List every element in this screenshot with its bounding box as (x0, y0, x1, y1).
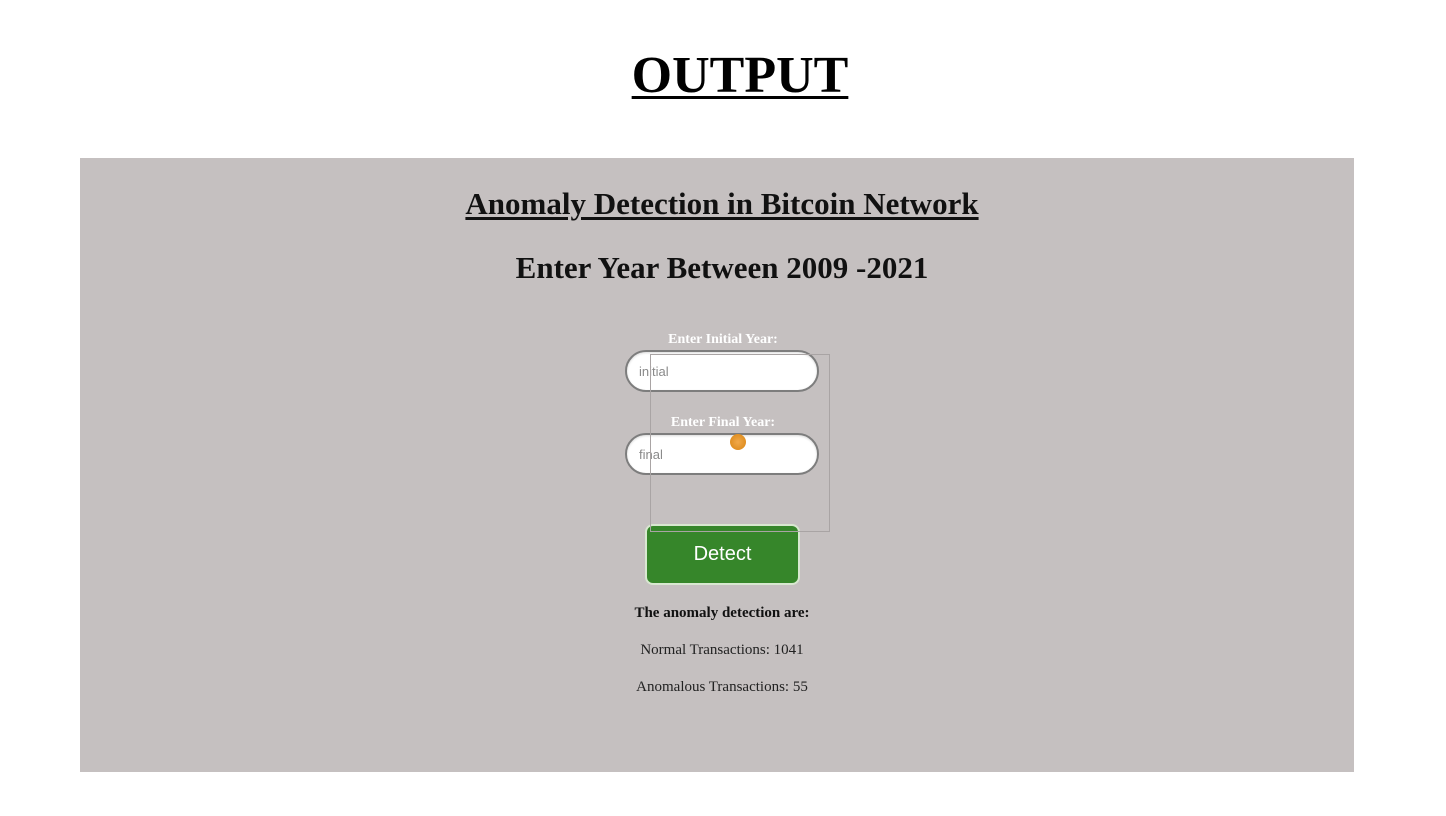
detect-button[interactable]: Detect (645, 524, 800, 585)
app-subtitle: Enter Year Between 2009 -2021 (515, 250, 929, 285)
app-title: Anomaly Detection in Bitcoin Network (465, 186, 979, 221)
final-year-label: Enter Final Year: (670, 415, 776, 430)
initial-year-label: Enter Initial Year: (668, 332, 778, 347)
results-heading: The anomaly detection are: (634, 605, 810, 621)
page-heading: OUTPUT (631, 47, 849, 104)
normal-transactions-count: Normal Transactions: 1041 (640, 642, 804, 658)
anomalous-transactions-count: Anomalous Transactions: 55 (636, 679, 808, 695)
app-panel: Anomaly Detection in Bitcoin Network Ent… (80, 158, 1354, 772)
initial-year-input[interactable] (625, 350, 819, 392)
final-year-input[interactable] (625, 433, 819, 475)
